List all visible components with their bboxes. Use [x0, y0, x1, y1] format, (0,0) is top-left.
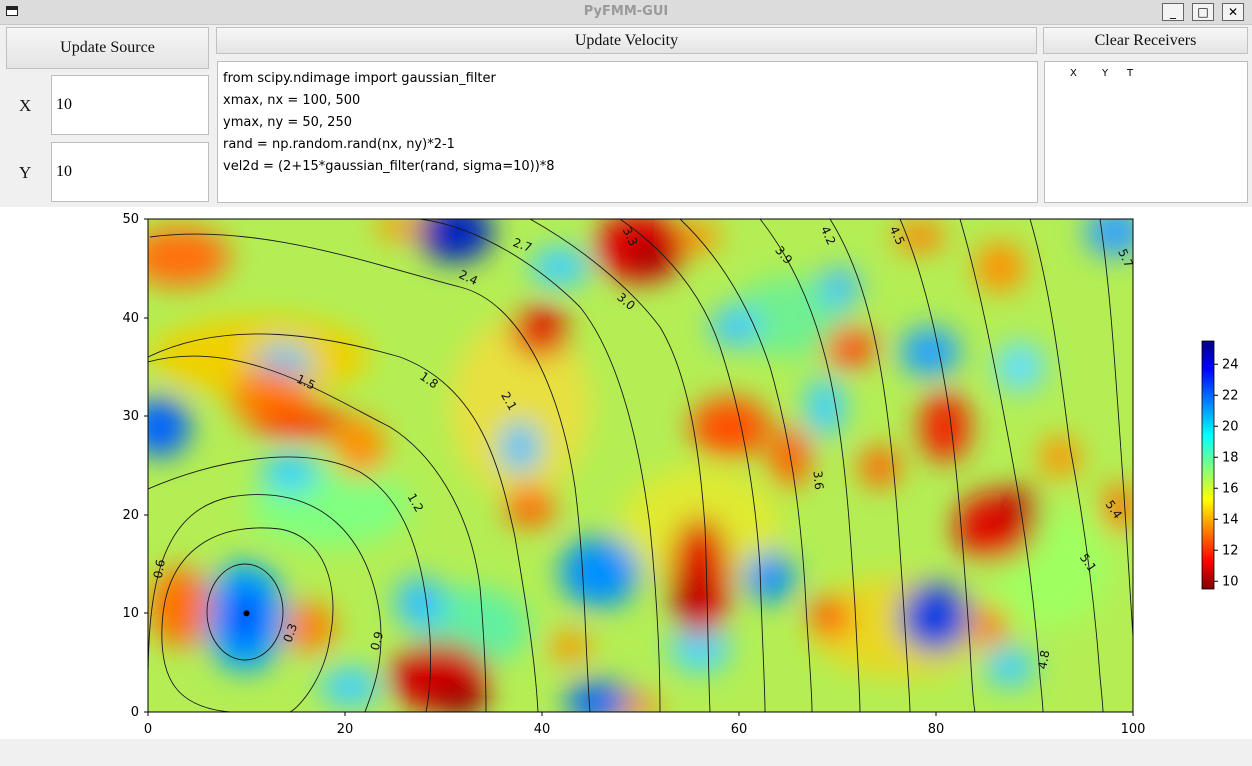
receiver-column-x: X [1070, 68, 1077, 79]
clear-receivers-button[interactable]: Clear Receivers [1043, 27, 1248, 54]
code-line: rand = np.random.rand(nx, ny)*2-1 [223, 137, 455, 152]
x-tick-label: 0 [144, 722, 152, 737]
colorbar-tick-label: 20 [1222, 419, 1239, 434]
y-tick-label: 10 [122, 606, 139, 621]
colorbar-gradient [1201, 340, 1215, 590]
code-line: ymax, ny = 50, 250 [223, 115, 352, 130]
colorbar: 10 12 14 16 18 20 22 24 [1201, 340, 1239, 590]
y-tick-label: 40 [122, 311, 139, 326]
update-velocity-button[interactable]: Update Velocity [216, 27, 1037, 54]
minimize-button[interactable]: _ [1162, 3, 1184, 21]
colorbar-tick-label: 14 [1222, 512, 1239, 527]
x-axis-ticks: 0 20 40 60 80 100 [144, 712, 1146, 737]
y-label: Y [19, 163, 32, 182]
window-title: PyFMM-GUI [583, 4, 669, 19]
colorbar-tick-label: 18 [1222, 450, 1239, 465]
plot-canvas[interactable]: 0.3 0.6 0.9 1.2 1.5 1.8 2.1 2.4 2.7 3.0 3.3 3.6 3.9 4… [0, 207, 1252, 739]
y-tick-label: 50 [122, 212, 139, 227]
x-tick-label: 40 [534, 722, 551, 737]
receivers-table[interactable]: X Y T [1044, 61, 1248, 203]
receiver-column-y: Y [1102, 68, 1109, 79]
source-y-input[interactable]: 10 [51, 142, 209, 202]
colorbar-tick-label: 12 [1222, 543, 1239, 558]
close-button[interactable]: ✕ [1222, 3, 1244, 21]
receiver-column-t: T [1127, 68, 1134, 79]
contour-label: 3.6 [810, 470, 826, 490]
colorbar-ticks: 10 12 14 16 18 20 22 24 [1214, 357, 1239, 589]
velocity-heatmap [148, 219, 1133, 712]
code-line: from scipy.ndimage import gaussian_filte… [223, 71, 496, 86]
code-line: xmax, nx = 100, 500 [223, 93, 361, 108]
colorbar-tick-label: 24 [1222, 357, 1239, 372]
travel-time-chart[interactable]: 0.30.60.91.21.5 1.82.12.42.73.03.33.63.94… [0, 207, 1252, 739]
source-point-marker [243, 610, 250, 617]
title-bar: PyFMM-GUI _ □ ✕ [0, 0, 1252, 25]
maximize-button[interactable]: □ [1192, 3, 1214, 21]
code-line: vel2d = (2+15*gaussian_filter(rand, sigm… [223, 159, 555, 174]
y-axis-ticks: 0 10 20 30 40 50 [122, 212, 148, 720]
y-tick-label: 30 [122, 409, 139, 424]
colorbar-tick-label: 22 [1222, 388, 1239, 403]
x-tick-label: 100 [1121, 722, 1146, 737]
source-x-input[interactable]: 10 [51, 75, 209, 135]
velocity-code-editor[interactable]: from scipy.ndimage import gaussian_filte… [217, 61, 1038, 203]
x-tick-label: 20 [337, 722, 354, 737]
update-source-button[interactable]: Update Source [6, 27, 209, 69]
x-label: X [19, 96, 32, 115]
y-tick-label: 0 [131, 705, 139, 720]
x-tick-label: 80 [928, 722, 945, 737]
y-tick-label: 20 [122, 508, 139, 523]
colorbar-tick-label: 16 [1222, 481, 1239, 496]
x-tick-label: 60 [731, 722, 748, 737]
status-bar [0, 739, 1252, 766]
colorbar-tick-label: 10 [1222, 574, 1239, 589]
